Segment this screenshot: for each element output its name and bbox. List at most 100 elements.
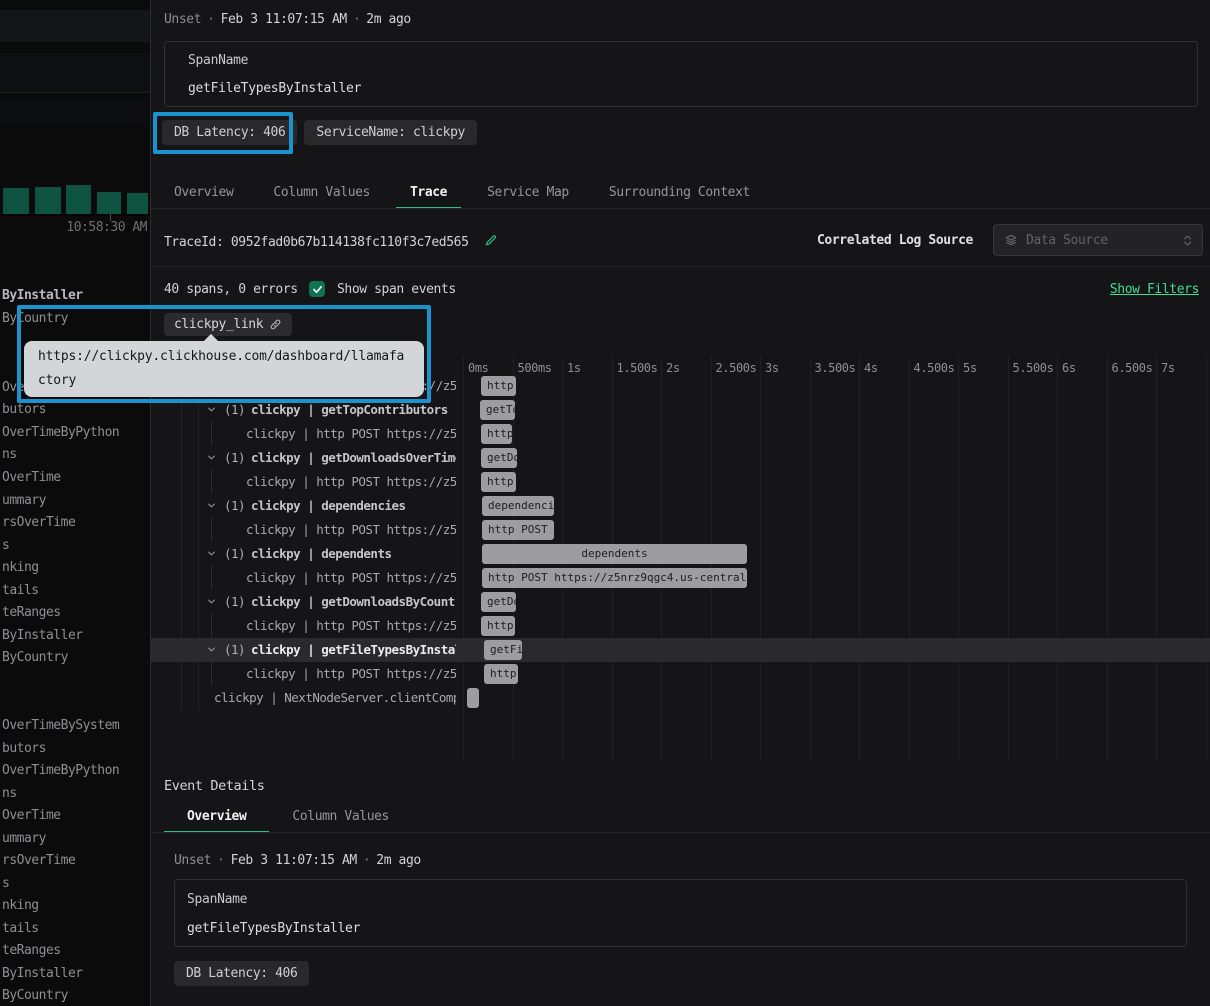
histogram-timestamp: 10:58:30 AM xyxy=(0,220,147,235)
span-duration-bar[interactable]: getDownloadsByCountry xyxy=(481,592,516,612)
background-span-fragment: ByCountry xyxy=(2,311,68,326)
section-divider xyxy=(151,266,1210,267)
tab-column-values[interactable]: Column Values xyxy=(269,802,412,833)
background-row xyxy=(0,10,150,42)
data-source-select[interactable]: Data Source xyxy=(993,224,1203,256)
span-duration-bar[interactable]: http POST https://z5nrz9qgc4.us-central xyxy=(481,424,512,444)
histogram-bar xyxy=(3,188,29,215)
tab-service-map[interactable]: Service Map xyxy=(473,178,583,209)
span-row-label: clickpy | http POST https://z5nrz9qgc4.u… xyxy=(151,566,456,590)
axis-tick-label: 5.500s xyxy=(1013,361,1054,375)
tab-overview[interactable]: Overview xyxy=(164,802,269,833)
span-name-text: clickpy | getDownloadsByCountry xyxy=(251,590,456,614)
status-label: Unset xyxy=(174,853,211,868)
span-row[interactable]: (1)clickpy | dependencies dependencies xyxy=(151,494,1210,518)
select-chevrons-icon xyxy=(1183,233,1192,248)
axis-tick-label: 5s xyxy=(963,361,977,375)
span-row-label: clickpy | http POST https://z5nrz9qgc4.u… xyxy=(151,518,456,542)
background-span-fragment: rsOverTime xyxy=(2,515,75,530)
show-span-events-checkbox[interactable] xyxy=(309,281,325,297)
app-root: 10:58:30 AM ByInstallerByCountryOvebutor… xyxy=(0,0,1210,1006)
span-row[interactable]: clickpy | http POST https://z5nrz9qgc4.u… xyxy=(151,518,1210,542)
panel-tabs: Overview Column Values Trace Service Map Sur… xyxy=(160,178,1210,209)
chevron-down-icon[interactable] xyxy=(206,548,217,559)
axis-tick-label: 3s xyxy=(765,361,779,375)
span-row-label: (1)clickpy | dependents xyxy=(151,542,456,566)
child-count: (1) xyxy=(224,590,245,614)
background-span-fragment: butors xyxy=(2,741,46,756)
span-duration-bar[interactable]: http POST https://z5nrz9qgc4.us-central xyxy=(481,376,516,396)
background-span-fragment: OverTimeByPython xyxy=(2,763,119,778)
background-span-fragment: s xyxy=(2,876,9,891)
chevron-down-icon[interactable] xyxy=(206,404,217,415)
span-duration-bar[interactable]: getTopContributors xyxy=(480,400,515,420)
span-name-text: clickpy | http POST https://z5nrz9qgc4.u… xyxy=(246,422,456,446)
span-duration-bar[interactable]: getDownloadsOverTimeByS xyxy=(481,448,517,468)
chevron-down-icon[interactable] xyxy=(206,452,217,463)
span-duration-bar[interactable] xyxy=(467,688,479,708)
background-span-fragment: nking xyxy=(2,898,39,913)
tab-trace[interactable]: Trace xyxy=(396,178,461,209)
background-span-fragment: teRanges xyxy=(2,943,61,958)
background-span-fragment: teRanges xyxy=(2,605,61,620)
span-row[interactable]: clickpy | http POST https://z5nrz9qgc4.u… xyxy=(151,422,1210,446)
background-span-fragment: OverTime xyxy=(2,470,61,485)
span-row[interactable]: clickpy | NextNodeServer.clientCompone xyxy=(151,686,1210,710)
clickpy-link-badge[interactable]: clickpy_link xyxy=(164,313,292,336)
background-row xyxy=(0,97,150,127)
span-name-text: clickpy | http POST https://z5nrz9qgc4.u… xyxy=(246,470,456,494)
span-duration-bar[interactable]: http POST https://z5nrz9qgc4.us-central xyxy=(481,616,515,636)
chevron-down-icon[interactable] xyxy=(206,644,217,655)
span-duration-bar[interactable]: getFileTypesByInstaller xyxy=(484,640,522,660)
tree-guide xyxy=(211,662,212,686)
background-span-fragment: ns xyxy=(2,786,17,801)
span-row[interactable]: (1) clickpy | getDownloadsByCountry getDow… xyxy=(151,590,1210,614)
edit-icon[interactable] xyxy=(484,233,498,251)
child-count: (1) xyxy=(224,542,245,566)
data-source-placeholder: Data Source xyxy=(1026,233,1175,248)
background-span-fragment: OverTime xyxy=(2,808,61,823)
attribute-badge[interactable]: ServiceName: clickpy xyxy=(304,120,477,145)
span-row-label: (1)clickpy | dependencies xyxy=(151,494,456,518)
span-duration-bar[interactable]: http POST https://z5nrz9qgc4.us-central xyxy=(481,472,516,492)
span-row[interactable]: (1)clickpy | getDownloadsOverTimeBySgetD… xyxy=(151,446,1210,470)
histogram-baseline xyxy=(0,214,150,216)
tab-surrounding-context[interactable]: Surrounding Context xyxy=(595,178,764,209)
background-row xyxy=(0,53,150,93)
event-details-tabs: OverviewColumn Values xyxy=(164,802,412,833)
span-row[interactable]: clickpy | http POST https://z5nrz9qgc4.u… xyxy=(151,470,1210,494)
chevron-down-icon[interactable] xyxy=(206,596,217,607)
span-row[interactable]: clickpy | http POST https://z5nrz9qgc4.u… xyxy=(151,566,1210,590)
background-span-fragment: s xyxy=(2,538,9,553)
span-row[interactable]: clickpy | http POST https://z5nrz9qgc4.u… xyxy=(151,662,1210,686)
span-duration-bar[interactable]: http POST https://z5nrz9qgc4.us-central xyxy=(484,664,518,684)
span-duration-bar[interactable]: http POST https://z5nrz9qgc4.us-central xyxy=(482,568,747,588)
span-name-text: clickpy | getFileTypesByInstaller xyxy=(251,638,456,662)
span-row[interactable]: (1)clickpy | dependents dependents xyxy=(151,542,1210,566)
span-row-label: clickpy | http POST https://z5nrz9qgc4.u… xyxy=(151,614,456,638)
show-filters-link[interactable]: Show Filters xyxy=(1110,282,1199,297)
span-row-label: clickpy | http POST https://z5nrz9qgc4.u… xyxy=(151,662,456,686)
background-span-fragment: ByInstaller xyxy=(2,966,83,981)
tab-overview[interactable]: Overview xyxy=(160,178,247,209)
badge-row: DB Latency: 406 ServiceName: clickpy xyxy=(162,120,477,145)
span-duration-bar[interactable]: dependents xyxy=(482,544,747,564)
background-span-fragment: ByCountry xyxy=(2,988,68,1003)
correlated-log-source-label: Correlated Log Source xyxy=(817,233,973,248)
span-row[interactable]: clickpy | http POST https://z5nrz9qgc4.u… xyxy=(151,614,1210,638)
span-duration-bar[interactable]: dependencies xyxy=(482,496,554,516)
span-row[interactable]: (1)clickpy | getTopContributorsgetTopCon… xyxy=(151,398,1210,422)
span-name-text: clickpy | http POST https://z5nrz9qgc4.u… xyxy=(246,614,456,638)
link-tooltip: https://clickpy.clickhouse.com/dashboard… xyxy=(24,341,424,397)
attribute-badge[interactable]: DB Latency: 406 xyxy=(162,120,297,145)
tab-column-values[interactable]: Column Values xyxy=(259,178,384,209)
tree-guide xyxy=(211,614,212,638)
span-row-label: clickpy | http POST https://z5nrz9qgc4.u… xyxy=(151,422,456,446)
db-latency-badge[interactable]: DB Latency: 406 xyxy=(174,961,309,986)
chevron-down-icon[interactable] xyxy=(206,500,217,511)
relative-time: 2m ago xyxy=(376,853,421,868)
span-duration-bar[interactable]: http POST https://z5nrz9qgc4.us-central xyxy=(482,520,554,540)
background-span-fragment: tails xyxy=(2,583,39,598)
span-row[interactable]: (1)clickpy | getFileTypesByInstallergetF… xyxy=(151,638,1210,662)
histogram-bar xyxy=(97,192,121,215)
